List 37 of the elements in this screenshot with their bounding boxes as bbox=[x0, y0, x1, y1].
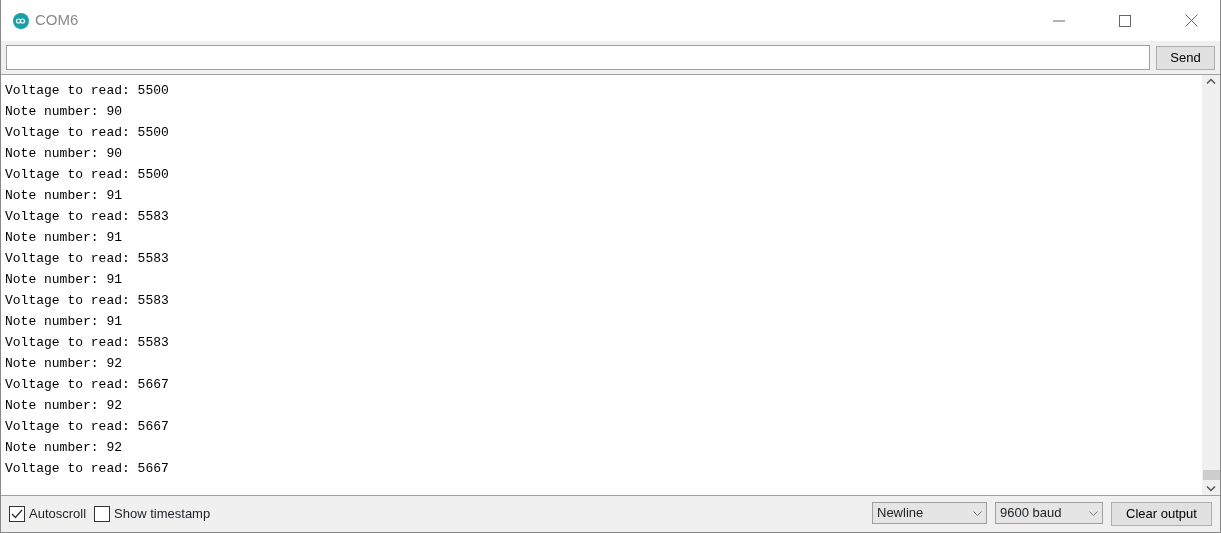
scrollbar-thumb[interactable] bbox=[1202, 470, 1220, 480]
checkbox-label: Autoscroll bbox=[29, 505, 87, 524]
maximize-icon[interactable] bbox=[1119, 14, 1131, 27]
app-logo-icon bbox=[13, 12, 29, 29]
caret-icon bbox=[973, 510, 982, 516]
output-line: Note number: 91 bbox=[5, 188, 123, 203]
message-input-field[interactable] bbox=[6, 45, 1150, 70]
output-line: Note number: 91 bbox=[5, 314, 123, 329]
output-line: Note number: 92 bbox=[5, 440, 123, 455]
output-line: Voltage to read: 5500 bbox=[5, 83, 169, 98]
output-line: Voltage to read: 5583 bbox=[5, 251, 169, 266]
line-ending-dropdown[interactable]: Newline bbox=[872, 502, 987, 524]
baud-rate-dropdown[interactable]: 9600 baud bbox=[995, 502, 1103, 524]
output-line: Voltage to read: 5583 bbox=[5, 293, 169, 308]
output-line: Note number: 90 bbox=[5, 104, 123, 119]
output-line: Note number: 92 bbox=[5, 356, 123, 371]
output-line: Note number: 91 bbox=[5, 230, 123, 245]
output-line: Voltage to read: 5583 bbox=[5, 209, 169, 224]
output-line: Note number: 92 bbox=[5, 398, 123, 413]
checkbox-label: Show timestamp bbox=[114, 505, 211, 524]
checkbox[interactable] bbox=[9, 506, 25, 522]
output-line: Voltage to read: 5500 bbox=[5, 167, 169, 182]
output-line: Voltage to read: 5667 bbox=[5, 419, 169, 434]
send-button[interactable]: Send bbox=[1156, 45, 1215, 70]
output-line: Voltage to read: 5500 bbox=[5, 125, 169, 140]
output-line: Voltage to read: 5667 bbox=[5, 461, 169, 476]
checkbox[interactable] bbox=[94, 506, 111, 522]
scroll-down-icon[interactable] bbox=[1206, 486, 1216, 492]
window-title: COM6 bbox=[35, 10, 79, 31]
clear-output-button[interactable]: Clear output bbox=[1111, 502, 1212, 526]
output-line: Note number: 91 bbox=[5, 272, 123, 287]
caret-icon bbox=[1089, 510, 1098, 516]
scroll-up-icon[interactable] bbox=[1206, 78, 1216, 84]
close-icon[interactable] bbox=[1184, 14, 1198, 27]
output-line: Voltage to read: 5583 bbox=[5, 335, 169, 350]
output-line: Note number: 90 bbox=[5, 146, 123, 161]
output-line: Voltage to read: 5667 bbox=[5, 377, 169, 392]
